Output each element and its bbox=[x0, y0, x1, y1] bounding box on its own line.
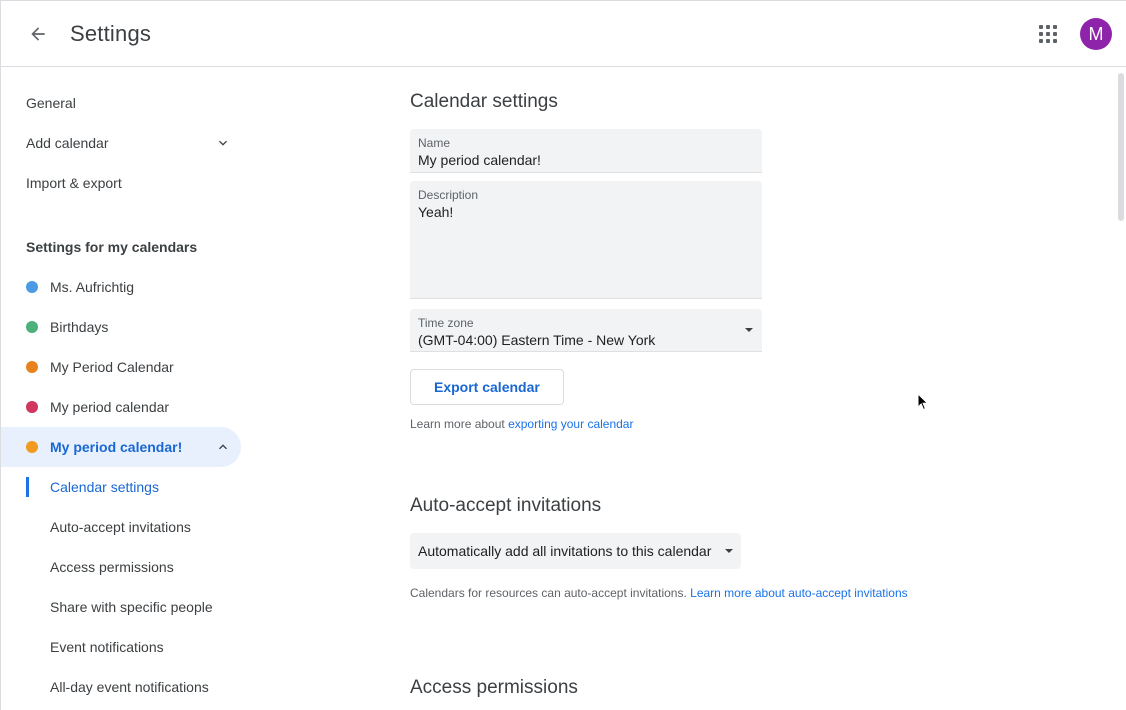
description-field-value: Yeah! bbox=[418, 204, 454, 220]
subitem-label: All-day event notifications bbox=[50, 679, 209, 695]
auto-accept-heading: Auto-accept invitations bbox=[410, 495, 602, 516]
sidebar-subitem-event-notifications[interactable]: Event notifications bbox=[1, 627, 241, 667]
calendar-color-dot bbox=[26, 361, 38, 373]
subitem-label: Share with specific people bbox=[50, 599, 213, 615]
section-heading-my-calendars: Settings for my calendars bbox=[26, 239, 198, 255]
sidebar-item-label: Add calendar bbox=[26, 135, 109, 151]
calendar-label: My period calendar bbox=[50, 399, 170, 415]
sidebar-calendar-birthdays[interactable]: Birthdays bbox=[1, 307, 241, 347]
sidebar-calendar-my-period-calendar-2[interactable]: My period calendar bbox=[1, 387, 241, 427]
vertical-scrollbar[interactable] bbox=[1115, 67, 1126, 710]
exporting-calendar-link[interactable]: exporting your calendar bbox=[508, 417, 633, 431]
sidebar-calendar-my-period-calendar-3[interactable]: My period calendar! bbox=[1, 427, 241, 467]
auto-accept-dropdown[interactable]: Automatically add all invitations to thi… bbox=[410, 533, 742, 569]
export-help-text: Learn more about exporting your calendar bbox=[410, 417, 633, 431]
timezone-select[interactable]: Time zone (GMT-04:00) Eastern Time - New… bbox=[410, 309, 762, 352]
account-avatar[interactable]: M bbox=[1080, 18, 1112, 50]
chevron-up-icon bbox=[219, 444, 227, 450]
subitem-label: Auto-accept invitations bbox=[50, 519, 191, 535]
sidebar-item-import-export[interactable]: Import & export bbox=[1, 163, 241, 203]
subitem-label: Access permissions bbox=[50, 559, 174, 575]
calendar-color-dot bbox=[26, 441, 38, 453]
sidebar-calendar-my-period-calendar-1[interactable]: My Period Calendar bbox=[1, 347, 241, 387]
calendar-label: Ms. Aufrichtig bbox=[50, 279, 135, 295]
subitem-label: Event notifications bbox=[50, 639, 164, 655]
scrollbar-thumb[interactable] bbox=[1118, 73, 1124, 221]
sidebar-item-label: General bbox=[26, 95, 76, 111]
auto-accept-help-prefix: Calendars for resources can auto-accept … bbox=[410, 586, 691, 600]
calendar-color-dot bbox=[26, 321, 38, 333]
sidebar-subitem-access-permissions[interactable]: Access permissions bbox=[1, 547, 241, 587]
export-calendar-button[interactable]: Export calendar bbox=[410, 369, 564, 405]
sidebar-item-add-calendar[interactable]: Add calendar bbox=[1, 123, 241, 163]
sidebar-subitem-auto-accept[interactable]: Auto-accept invitations bbox=[1, 507, 241, 547]
page-title: Settings bbox=[70, 21, 152, 46]
calendar-label: My period calendar! bbox=[50, 439, 183, 455]
apps-grid-icon bbox=[1039, 25, 1057, 43]
sidebar-subitem-share-specific-people[interactable]: Share with specific people bbox=[1, 587, 241, 627]
name-field-label: Name bbox=[418, 136, 451, 150]
description-field-label: Description bbox=[418, 188, 479, 202]
name-field-value: My period calendar! bbox=[418, 152, 541, 168]
subitem-label: Calendar settings bbox=[50, 479, 159, 495]
arrow-back-icon bbox=[31, 27, 45, 41]
google-apps-button[interactable] bbox=[1031, 17, 1065, 51]
name-field[interactable]: Name My period calendar! bbox=[410, 129, 762, 173]
calendar-color-dot bbox=[26, 281, 38, 293]
chevron-down-icon bbox=[219, 140, 227, 146]
description-field[interactable]: Description Yeah! bbox=[410, 181, 762, 299]
sidebar-calendar-ms-aufrichtig[interactable]: Ms. Aufrichtig bbox=[1, 267, 241, 307]
export-help-prefix: Learn more about bbox=[410, 417, 509, 431]
caret-down-icon bbox=[745, 328, 753, 332]
calendar-settings-heading: Calendar settings bbox=[410, 91, 558, 112]
timezone-label: Time zone bbox=[418, 316, 474, 330]
caret-down-icon bbox=[725, 549, 734, 553]
auto-accept-dropdown-value: Automatically add all invitations to thi… bbox=[418, 543, 712, 559]
sidebar-item-general[interactable]: General bbox=[1, 83, 241, 123]
sidebar-item-label: Import & export bbox=[26, 175, 122, 191]
access-permissions-heading: Access permissions bbox=[410, 677, 578, 698]
mouse-pointer-icon bbox=[917, 393, 929, 411]
calendar-label: My Period Calendar bbox=[50, 359, 174, 375]
timezone-value: (GMT-04:00) Eastern Time - New York bbox=[418, 332, 656, 348]
calendar-color-dot bbox=[26, 401, 38, 413]
settings-window: Settings M General Add calendar Import &… bbox=[0, 0, 1126, 710]
settings-sidebar: General Add calendar Import & export Set… bbox=[1, 67, 251, 710]
back-button[interactable] bbox=[21, 17, 55, 51]
sidebar-subitem-all-day-notifications[interactable]: All-day event notifications bbox=[1, 667, 241, 707]
sidebar-subitem-calendar-settings[interactable]: Calendar settings bbox=[1, 467, 241, 507]
top-app-bar: Settings M bbox=[1, 1, 1126, 67]
auto-accept-learn-more-link[interactable]: Learn more about auto-accept invitations bbox=[690, 586, 907, 600]
active-indicator bbox=[26, 477, 29, 497]
auto-accept-help-text: Calendars for resources can auto-accept … bbox=[410, 586, 908, 600]
settings-content: Calendar settings Name My period calenda… bbox=[251, 67, 1111, 710]
calendar-label: Birthdays bbox=[50, 319, 109, 335]
